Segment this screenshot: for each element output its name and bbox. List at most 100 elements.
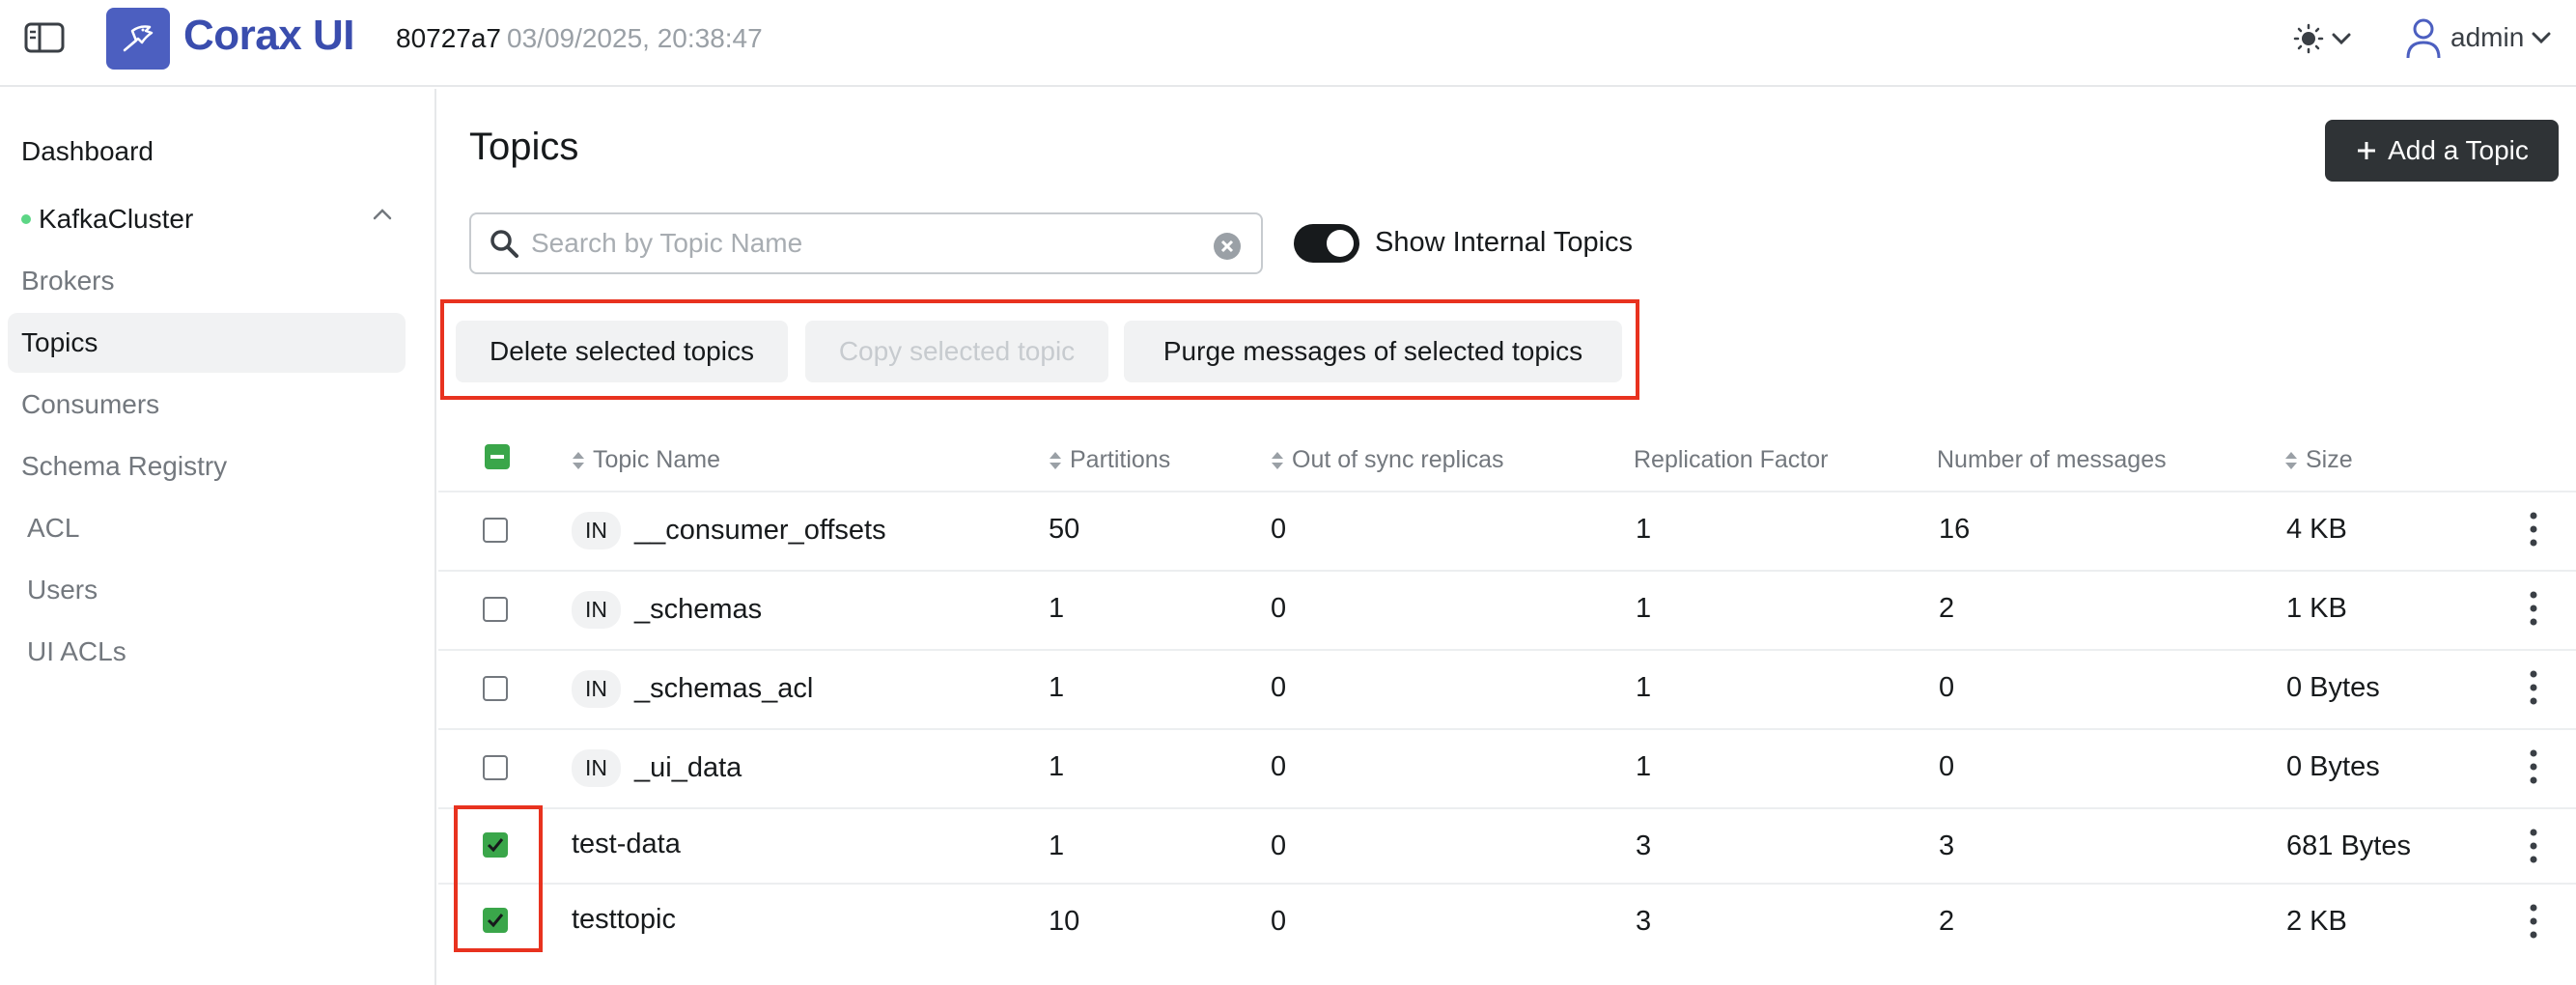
- user-icon: [2406, 18, 2441, 59]
- chevron-up-icon[interactable]: [373, 209, 392, 220]
- partitions-cell: 1: [1049, 593, 1065, 624]
- partitions-cell: 50: [1049, 514, 1080, 545]
- delete-selected-topics-button[interactable]: Delete selected topics: [456, 321, 788, 382]
- table-header: Topic Name Partitions Out of sync replic…: [438, 425, 2576, 492]
- topic-name[interactable]: test-data: [572, 829, 681, 860]
- topic-name[interactable]: _schemas_acl: [634, 673, 813, 705]
- more-actions-icon[interactable]: [2524, 589, 2543, 628]
- topic-name[interactable]: __consumer_offsets: [634, 515, 886, 547]
- sidebar-item-ui-acls[interactable]: UI ACLs: [8, 622, 406, 682]
- topic-name-cell[interactable]: IN _schemas: [572, 591, 762, 629]
- sidebar-item-schema-registry[interactable]: Schema Registry: [8, 436, 406, 496]
- row-checkbox[interactable]: [483, 518, 508, 543]
- replication-cell: 1: [1636, 593, 1652, 624]
- column-header-size[interactable]: Size: [2284, 446, 2353, 474]
- more-actions-icon[interactable]: [2524, 747, 2543, 786]
- sidebar-item-kafkacluster[interactable]: KafkaCluster: [8, 189, 406, 249]
- topic-name-cell[interactable]: test-data: [572, 829, 681, 860]
- cluster-status-dot: [21, 214, 31, 224]
- sidebar-item-consumers[interactable]: Consumers: [8, 375, 406, 435]
- sidebar-item-label: ACL: [27, 513, 80, 543]
- sun-icon: [2293, 23, 2324, 54]
- column-header-topic-name[interactable]: Topic Name: [572, 446, 720, 474]
- sort-icon: [1272, 451, 1283, 469]
- replication-cell: 1: [1636, 751, 1652, 782]
- select-all-checkbox[interactable]: [485, 444, 510, 469]
- size-cell: 0 Bytes: [2286, 751, 2380, 782]
- size-cell: 1 KB: [2286, 593, 2347, 624]
- version-info: 80727a7 03/09/2025, 20:38:47: [396, 23, 763, 54]
- more-actions-icon[interactable]: [2524, 510, 2543, 549]
- row-checkbox[interactable]: [483, 676, 508, 701]
- table-row: test-data 1 0 3 3 681 Bytes: [438, 809, 2576, 885]
- logo-icon[interactable]: [106, 8, 170, 70]
- partitions-cell: 1: [1049, 751, 1065, 782]
- add-topic-button[interactable]: Add a Topic: [2325, 120, 2559, 182]
- column-header-out-of-sync[interactable]: Out of sync replicas: [1271, 446, 1504, 474]
- sidebar-item-topics[interactable]: Topics: [8, 313, 406, 373]
- replication-cell: 3: [1636, 906, 1652, 937]
- sidebar-item-label: Consumers: [21, 389, 160, 419]
- theme-switcher[interactable]: [2293, 19, 2361, 58]
- search-input[interactable]: [531, 228, 1168, 259]
- sidebar-item-label: Topics: [21, 327, 98, 357]
- messages-cell: 2: [1939, 593, 1955, 624]
- column-header-number-of-messages: Number of messages: [1937, 446, 2167, 474]
- internal-badge: IN: [572, 749, 621, 787]
- replication-cell: 1: [1636, 672, 1652, 703]
- messages-cell: 16: [1939, 514, 1971, 545]
- top-header: Corax UI 80727a7 03/09/2025, 20:38:47 adm…: [0, 0, 2576, 87]
- column-label: Topic Name: [593, 446, 720, 473]
- more-actions-icon[interactable]: [2524, 668, 2543, 707]
- chevron-down-icon: [2332, 33, 2351, 44]
- sidebar-item-label: Schema Registry: [21, 451, 228, 481]
- sort-icon: [2285, 451, 2297, 469]
- sidebar-item-acl[interactable]: ACL: [8, 498, 406, 558]
- sort-icon: [573, 451, 584, 469]
- search-icon: [490, 230, 518, 258]
- sidebar-item-dashboard[interactable]: Dashboard: [8, 122, 406, 182]
- topic-name[interactable]: testtopic: [572, 904, 676, 936]
- username: admin: [2450, 22, 2525, 52]
- table-row: IN __consumer_offsets 50 0 1 16 4 KB: [438, 492, 2576, 572]
- clear-icon[interactable]: [1213, 232, 1242, 261]
- size-cell: 0 Bytes: [2286, 672, 2380, 703]
- internal-badge: IN: [572, 591, 621, 629]
- size-cell: 681 Bytes: [2286, 830, 2411, 861]
- brand-name[interactable]: Corax UI: [183, 12, 354, 60]
- copy-selected-topic-button[interactable]: Copy selected topic: [805, 321, 1108, 382]
- show-internal-topics-toggle[interactable]: [1294, 224, 1359, 263]
- out-of-sync-cell: 0: [1271, 672, 1287, 703]
- column-header-partitions[interactable]: Partitions: [1049, 446, 1170, 474]
- table-row: IN _schemas_acl 1 0 1 0 0 Bytes: [438, 651, 2576, 730]
- replication-cell: 3: [1636, 830, 1652, 861]
- more-actions-icon[interactable]: [2524, 827, 2543, 865]
- sidebar-toggle-icon[interactable]: [23, 21, 66, 54]
- sidebar-item-users[interactable]: Users: [8, 560, 406, 620]
- internal-badge: IN: [572, 670, 621, 708]
- sidebar-item-brokers[interactable]: Brokers: [8, 251, 406, 311]
- size-cell: 4 KB: [2286, 514, 2347, 545]
- out-of-sync-cell: 0: [1271, 751, 1287, 782]
- topic-name-cell[interactable]: IN _ui_data: [572, 749, 742, 787]
- more-actions-icon[interactable]: [2524, 902, 2543, 941]
- user-menu[interactable]: admin: [2404, 14, 2551, 62]
- page-title: Topics: [469, 126, 579, 168]
- topic-name-cell[interactable]: IN __consumer_offsets: [572, 512, 886, 549]
- toggle-knob: [1327, 230, 1354, 257]
- build-timestamp: 03/09/2025, 20:38:47: [507, 23, 763, 53]
- topic-name-cell[interactable]: IN _schemas_acl: [572, 670, 813, 708]
- internal-badge: IN: [572, 512, 621, 549]
- out-of-sync-cell: 0: [1271, 906, 1287, 937]
- replication-cell: 1: [1636, 514, 1652, 545]
- row-checkbox[interactable]: [483, 597, 508, 622]
- topic-name[interactable]: _ui_data: [634, 752, 742, 784]
- purge-messages-button[interactable]: Purge messages of selected topics: [1124, 321, 1622, 382]
- topic-name[interactable]: _schemas: [634, 594, 762, 626]
- annotation-highlight-checkboxes: [454, 805, 543, 952]
- partitions-cell: 1: [1049, 830, 1065, 861]
- column-label: Out of sync replicas: [1292, 446, 1504, 473]
- version-hash: 80727a7: [396, 23, 502, 53]
- row-checkbox[interactable]: [483, 755, 508, 780]
- topic-name-cell[interactable]: testtopic: [572, 904, 676, 936]
